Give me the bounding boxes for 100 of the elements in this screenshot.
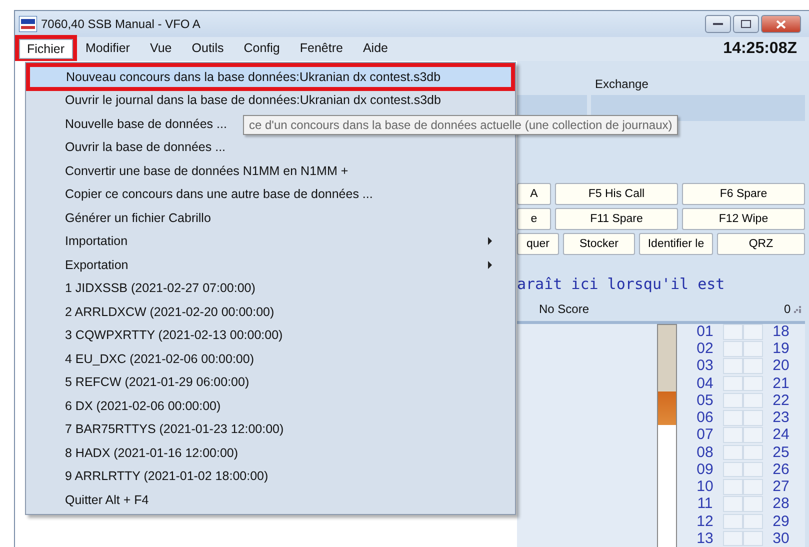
menu-item[interactable]: Générer un fichier Cabrillo [28,206,513,230]
tooltip: ce d'un concours dans la base de données actuelle (une collection de journaux) [243,115,678,135]
menu-item[interactable]: Ouvrir la base de données ... [28,136,513,159]
menu-bar-item[interactable]: Fenêtre [292,39,350,59]
menu-item[interactable]: 1 JIDXSSB (2021-02-27 07:00:00) [28,276,513,300]
window-title: 7060,40 SSB Manual - VFO A [41,17,200,31]
exchange-field[interactable] [591,95,805,121]
grid-cell [743,410,763,426]
menu-bar-item[interactable]: Vue [142,39,179,59]
menu-item[interactable]: 9 ARRLRTTY (2021-01-02 18:00:00) [28,464,513,488]
grid-cell [723,392,743,408]
submenu-arrow-icon [487,237,493,246]
grid-cell [723,514,743,530]
channel-number: 24 [772,427,790,445]
channel-number: 30 [772,530,790,547]
submenu-arrow-icon [487,260,493,269]
grid-cell [723,410,743,426]
channel-number: 10 [696,479,714,496]
channel-number: 04 [696,376,714,393]
grid-cell [743,358,763,374]
menu-item[interactable]: 8 HADX (2021-01-16 12:00:00) [28,441,513,464]
menu-item[interactable]: 3 CQWPXRTTY (2021-02-13 00:00:00) [28,324,513,347]
channel-number: 09 [696,462,714,480]
menu-item[interactable]: Quitter Alt + F4 [28,488,513,512]
app-logo-icon [19,16,37,32]
channel-number: 25 [772,444,790,462]
function-key-button[interactable]: QRZ [717,233,805,255]
minimize-icon [713,22,723,26]
grid-cell [723,376,743,392]
channel-number: 27 [772,479,790,496]
channel-number: 13 [696,530,714,547]
channel-number: 01 [696,324,714,342]
close-button[interactable] [761,15,801,33]
grid-cell [743,514,763,530]
menu-item[interactable]: 6 DX (2021-02-06 00:00:00) [28,394,513,418]
function-key-button[interactable]: F6 Spare [682,183,805,205]
grid-cell [743,392,763,408]
channel-number: 22 [772,392,790,410]
channel-number: 26 [772,462,790,480]
channel-number: 19 [772,341,790,358]
channel-number: 02 [696,341,714,358]
channel-number: 29 [772,514,790,531]
channel-number: 23 [772,410,790,428]
grid-cell [743,427,763,443]
grid-cell [723,479,743,495]
grid-cell [723,341,743,357]
maximize-button[interactable] [733,15,759,33]
function-key-button[interactable]: quer [517,233,559,255]
menu-item[interactable]: Importation [28,230,513,253]
menu-bar-item[interactable]: Aide [356,39,395,59]
channel-number: 03 [696,358,714,376]
menu-item[interactable]: 2 ARRLDXCW (2021-02-20 00:00:00) [28,300,513,324]
grid-cell [723,462,743,478]
menu-item[interactable]: 7 BAR75RTTYS (2021-01-23 12:00:00) [28,418,513,441]
menu-bar-item[interactable]: Modifier [78,39,137,59]
channel-number: 28 [772,496,790,514]
function-key-button[interactable]: F11 Spare [555,208,678,230]
function-key-button[interactable]: Stocker [563,233,635,255]
menu-item[interactable]: 5 REFCW (2021-01-29 06:00:00) [28,370,513,394]
menu-item[interactable]: Copier ce concours dans une autre base de données ... [28,182,513,206]
channel-number: 18 [772,324,790,342]
resize-grip-icon [794,306,801,313]
exchange-label: Exchange [594,77,650,91]
channel-number: 11 [696,496,714,514]
grid-cell [743,462,763,478]
channel-number: 12 [696,514,714,531]
score-value: 0 [784,302,791,316]
function-key-button[interactable]: F12 Wipe [682,208,805,230]
maximize-icon [741,20,751,28]
channel-number: 20 [772,358,790,376]
grid-cell [743,341,763,357]
score-label: No Score [539,302,590,316]
menu-item[interactable]: Exportation [28,253,513,276]
channel-number: 07 [696,427,714,445]
utc-clock: 14:25:08Z [723,40,797,58]
grid-cell [743,444,763,460]
grid-cell [743,376,763,392]
grid-cell [743,479,763,495]
grid-cell [723,427,743,443]
function-key-button[interactable]: e [517,208,551,230]
grid-cell [743,496,763,512]
menu-bar-item[interactable]: Outils [184,39,231,59]
function-key-button[interactable]: Identifier le [639,233,713,255]
channel-number: 05 [696,392,714,410]
channel-number: 21 [772,376,790,393]
menu-item[interactable]: 4 EU_DXC (2021-02-06 00:00:00) [28,347,513,370]
info-message: araît ici lorsqu'il est [517,275,726,295]
menu-item[interactable]: Ouvrir le journal dans la base de données:Ukranian dx contest.s3db [28,88,513,112]
close-icon [776,20,786,28]
grid-cell [723,496,743,512]
grid-cell [723,358,743,374]
function-key-button[interactable]: F5 His Call [555,183,678,205]
channel-number: 06 [696,410,714,428]
menu-item[interactable]: Convertir une base de données N1MM en N1MM + [28,159,513,182]
channel-number: 08 [696,444,714,462]
menu-bar-item[interactable]: Config [236,39,287,59]
grid-cell [723,444,743,460]
menu-item[interactable]: Nouveau concours dans la base données:Ukranian dx contest.s3db [28,65,513,88]
minimize-button[interactable] [705,15,731,33]
function-key-button[interactable]: A [517,183,551,205]
